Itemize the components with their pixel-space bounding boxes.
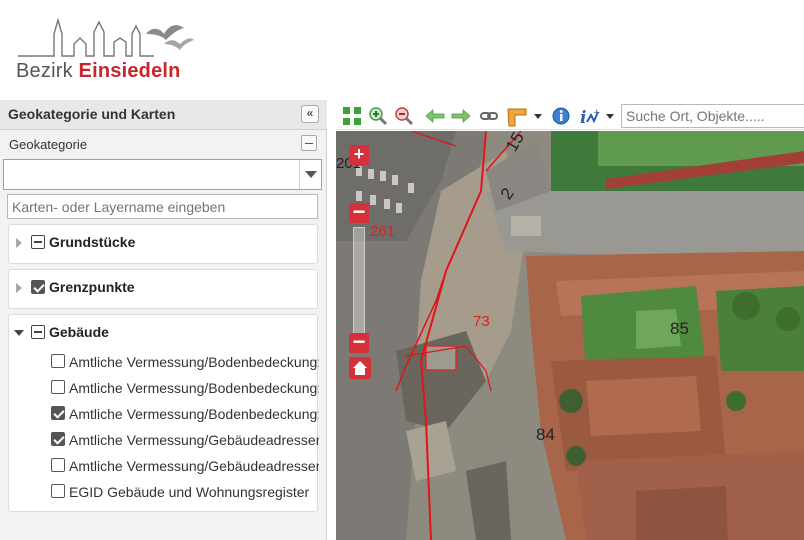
group-title: Grundstücke (49, 234, 136, 250)
logo-brand: Einsiedeln (78, 60, 181, 82)
group-gebaeude: Gebäude Amtliche Vermessung/Bodenbedecku… (8, 314, 319, 512)
geokategorie-label: Geokategorie (9, 137, 88, 152)
logo-graphic (18, 17, 194, 57)
full-extent-icon[interactable] (342, 106, 362, 126)
panel-header: Geokategorie und Karten « (0, 100, 327, 130)
svg-text:+: + (593, 108, 601, 118)
info-icon[interactable] (551, 106, 571, 126)
group-checkbox-partial[interactable] (31, 235, 45, 249)
map-view[interactable]: 201 261 73 85 84 2 15 + − − (336, 131, 804, 540)
measure-icon[interactable] (506, 106, 527, 127)
layer-item[interactable]: Amtliche Vermessung/Gebäudeadressen: (51, 455, 319, 477)
aerial-image (336, 131, 804, 540)
svg-text:i: i (580, 108, 586, 128)
layer-item[interactable]: Amtliche Vermessung/Bodenbedeckung: p (51, 403, 319, 425)
chevron-down-icon[interactable] (299, 160, 321, 189)
layer-label: Amtliche Vermessung/Bodenbedeckung: G (69, 354, 319, 370)
layer-panel: Geokategorie und Karten « Geokategorie G… (0, 100, 327, 540)
layer-label: Amtliche Vermessung/Gebäudeadressen: (69, 432, 319, 448)
layer-item[interactable]: Amtliche Vermessung/Bodenbedeckung: G (51, 351, 319, 373)
map-toolbar: i + (336, 100, 804, 130)
layer-label: Amtliche Vermessung/Gebäudeadressen: (69, 458, 319, 474)
collapse-panel-button[interactable]: « (301, 105, 319, 123)
layer-checkbox[interactable] (51, 432, 65, 446)
forward-arrow-icon[interactable] (450, 106, 471, 126)
measure-dropdown-icon[interactable] (534, 114, 542, 119)
layer-checkbox[interactable] (51, 484, 65, 498)
expand-triangle-icon[interactable] (16, 283, 22, 293)
identify-icon[interactable]: i + (579, 106, 601, 128)
layer-checkbox[interactable] (51, 354, 65, 368)
header: Bezirk Einsiedeln (0, 0, 804, 100)
group-title: Grenzpunkte (49, 279, 135, 295)
layer-checkbox[interactable] (51, 380, 65, 394)
map-label-73: 73 (473, 313, 490, 330)
logo-prefix: Bezirk (16, 60, 79, 82)
layer-label: EGID Gebäude und Wohnungsregister (69, 484, 310, 500)
home-button[interactable] (349, 357, 371, 379)
map-label-84: 84 (536, 425, 555, 444)
back-arrow-icon[interactable] (424, 106, 445, 126)
panel-title: Geokategorie und Karten (8, 106, 176, 122)
zoom-in-icon[interactable] (368, 106, 388, 126)
group-title: Gebäude (49, 324, 109, 340)
group-grenzpunkte: Grenzpunkte (8, 269, 318, 309)
geokategorie-select[interactable] (3, 159, 322, 190)
map-label-261: 261 (370, 223, 396, 240)
map-zoom-out-button[interactable]: − (349, 331, 369, 353)
collapse-triangle-icon[interactable] (14, 330, 24, 336)
layer-checkbox[interactable] (51, 406, 65, 420)
link-icon[interactable] (479, 106, 499, 126)
group-checkbox-partial[interactable] (31, 325, 45, 339)
layer-label: Amtliche Vermessung/Bodenbedeckung: G (69, 380, 319, 396)
layer-item[interactable]: EGID Gebäude und Wohnungsregister (51, 481, 319, 503)
layer-item[interactable]: Amtliche Vermessung/Bodenbedeckung: G (51, 377, 319, 399)
map-zoom-in-button[interactable]: + (349, 145, 369, 165)
group-grundstuecke: Grundstücke (8, 224, 318, 264)
layer-search-input[interactable] (7, 194, 318, 219)
zoom-level-marker[interactable]: − (349, 201, 369, 223)
collapse-section-button[interactable] (301, 135, 317, 151)
logo-text: Bezirk Einsiedeln (16, 60, 181, 83)
group-checkbox[interactable] (31, 280, 45, 294)
home-icon (353, 361, 367, 375)
layer-checkbox[interactable] (51, 458, 65, 472)
double-chevron-left-icon: « (306, 106, 314, 120)
zoom-control: + − − (349, 145, 371, 379)
map-label-85: 85 (670, 319, 689, 338)
location-search-input[interactable] (621, 104, 804, 128)
expand-triangle-icon[interactable] (16, 238, 22, 248)
identify-dropdown-icon[interactable] (606, 114, 614, 119)
layer-label: Amtliche Vermessung/Bodenbedeckung: p (69, 406, 319, 422)
zoom-slider[interactable] (353, 227, 365, 337)
zoom-out-icon[interactable] (394, 106, 414, 126)
geokategorie-header: Geokategorie (0, 131, 327, 157)
layer-item[interactable]: Amtliche Vermessung/Gebäudeadressen: (51, 429, 319, 451)
